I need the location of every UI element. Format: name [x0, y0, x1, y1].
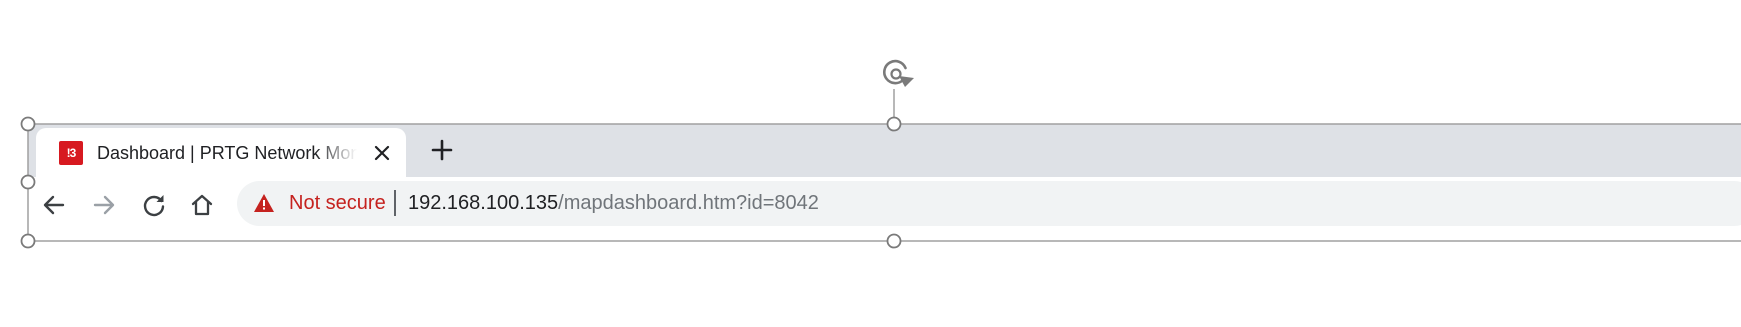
url-path: /mapdashboard.htm?id=8042 [558, 192, 819, 214]
tab-title: Dashboard | PRTG Network Monitor [97, 143, 357, 163]
address-bar[interactable]: Not secure 192.168.100.135/mapdashboard.… [237, 181, 1741, 226]
not-secure-label[interactable]: Not secure [289, 190, 386, 216]
prtg-favicon-icon: !3 [59, 141, 83, 165]
url-text[interactable]: 192.168.100.135/mapdashboard.htm?id=8042 [408, 190, 819, 216]
home-icon[interactable] [188, 191, 216, 219]
url-host: 192.168.100.135 [408, 192, 559, 214]
browser-screenshot-image[interactable]: !3 Dashboard | PRTG Network Monitor Not … [28, 124, 1741, 241]
resize-handle-left[interactable] [20, 174, 36, 190]
resize-handle-bottom-left[interactable] [20, 233, 36, 249]
arrow-right-icon[interactable] [90, 191, 118, 219]
rotate-handle-icon[interactable] [883, 59, 914, 87]
omnibox-separator [394, 190, 396, 216]
resize-handle-bottom[interactable] [886, 233, 902, 249]
slide-canvas: !3 Dashboard | PRTG Network Monitor Not … [0, 0, 1741, 327]
plus-icon[interactable] [428, 136, 456, 164]
arrow-left-icon[interactable] [40, 191, 68, 219]
tab-strip: !3 Dashboard | PRTG Network Monitor [28, 124, 1741, 177]
reload-icon[interactable] [140, 191, 168, 219]
warning-triangle-icon[interactable] [253, 192, 275, 214]
browser-toolbar: Not secure 192.168.100.135/mapdashboard.… [28, 177, 1741, 241]
close-icon[interactable] [370, 141, 394, 165]
resize-handle-top[interactable] [886, 116, 902, 132]
browser-tab[interactable]: !3 Dashboard | PRTG Network Monitor [36, 128, 406, 177]
resize-handle-top-left[interactable] [20, 116, 36, 132]
